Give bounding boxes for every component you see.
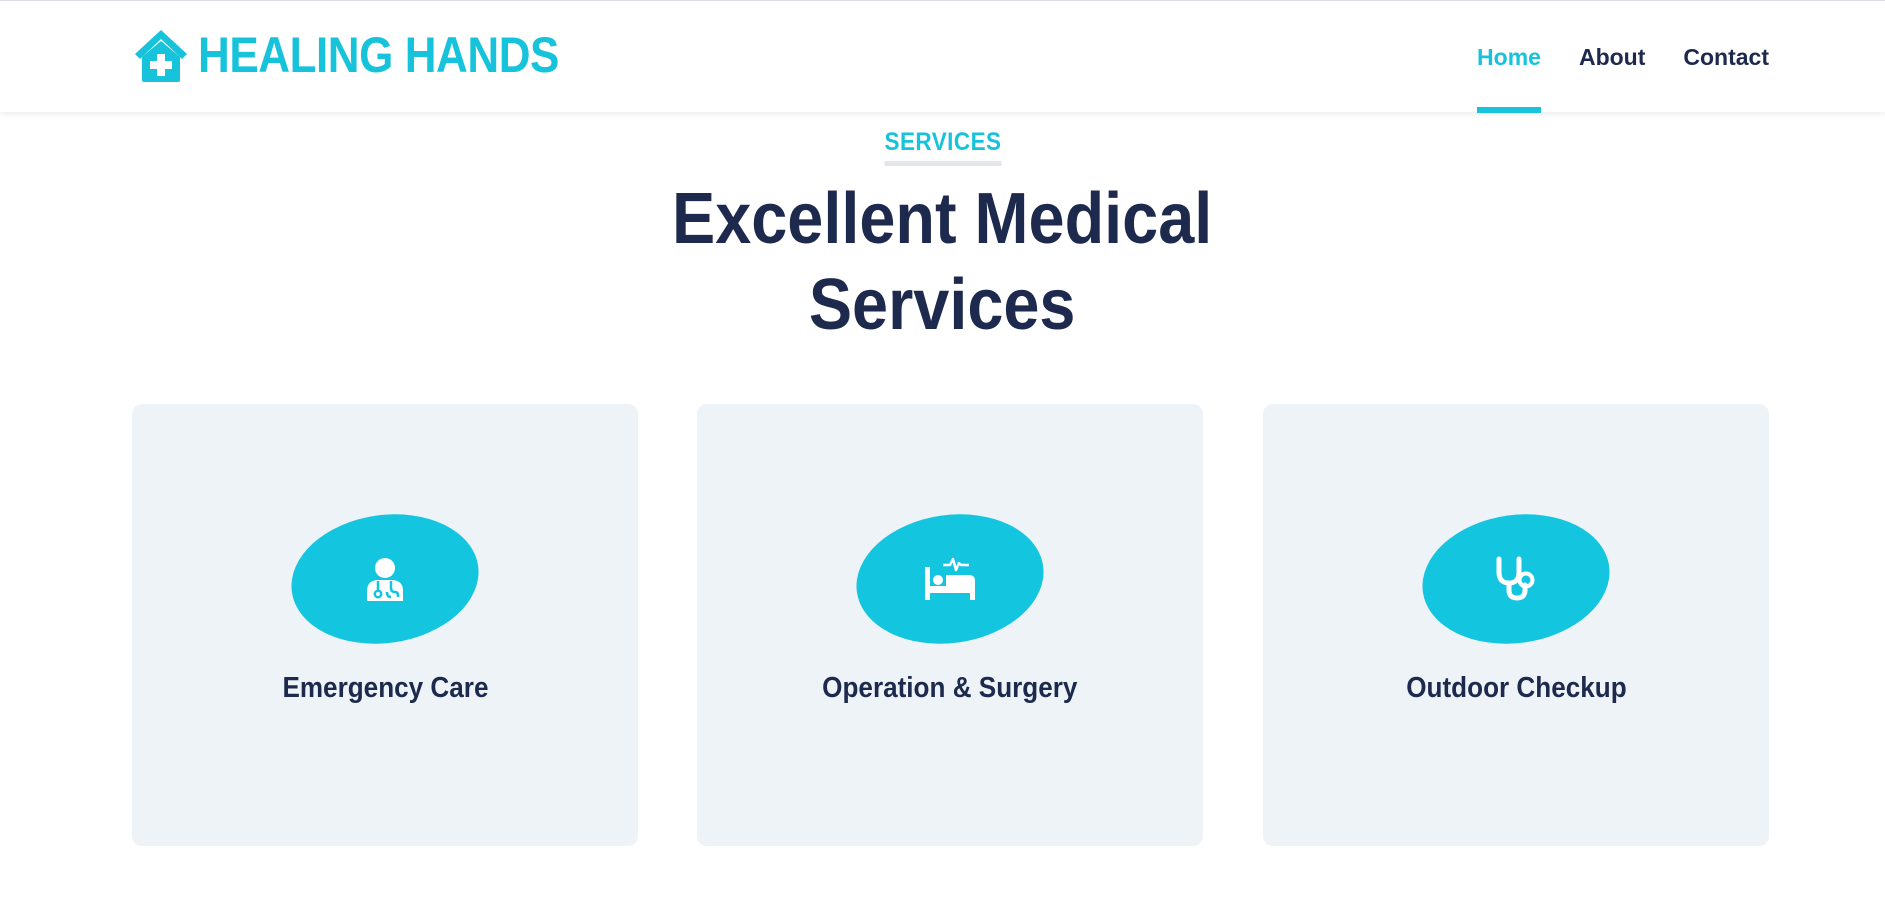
- site-header: HEALING HANDS Home About Contact: [0, 0, 1885, 113]
- section-title-line-2: Services: [809, 265, 1076, 345]
- service-icon-badge: [848, 502, 1052, 656]
- doctor-icon: [367, 558, 403, 601]
- main-nav: Home About Contact: [1477, 1, 1769, 113]
- section-eyebrow: SERVICES: [883, 128, 1001, 166]
- service-title-text: Emergency Care: [281, 672, 489, 704]
- nav-item-about[interactable]: About: [1579, 1, 1645, 113]
- section-title-line-1: Excellent Medical: [672, 179, 1213, 259]
- service-title-text: Operation & Surgery: [822, 672, 1078, 704]
- brand-name: HEALING HANDS: [198, 27, 559, 83]
- service-icon-badge: [1414, 502, 1618, 656]
- service-title: Emergency Care: [132, 672, 638, 705]
- service-title: Operation & Surgery: [697, 672, 1203, 705]
- home-medical-icon: [135, 30, 187, 82]
- section-title: Excellent Medical Services: [0, 176, 1885, 348]
- service-icon-badge: [283, 502, 487, 656]
- service-title: Outdoor Checkup: [1263, 672, 1769, 705]
- page: HEALING HANDS Home About Contact SERVICE…: [0, 0, 1885, 907]
- hospital-bed-icon: [925, 557, 975, 600]
- section-eyebrow-wrap: SERVICES: [0, 128, 1885, 166]
- nav-item-home[interactable]: Home: [1477, 1, 1541, 113]
- service-title-text: Outdoor Checkup: [1405, 672, 1627, 704]
- stethoscope-icon: [1496, 556, 1535, 601]
- service-card-emergency-care[interactable]: Emergency Care: [132, 404, 638, 846]
- brand-logo-link[interactable]: HEALING HANDS: [132, 27, 608, 83]
- nav-item-contact[interactable]: Contact: [1683, 1, 1769, 113]
- service-card-operation-surgery[interactable]: Operation & Surgery: [697, 404, 1203, 846]
- service-card-outdoor-checkup[interactable]: Outdoor Checkup: [1263, 404, 1769, 846]
